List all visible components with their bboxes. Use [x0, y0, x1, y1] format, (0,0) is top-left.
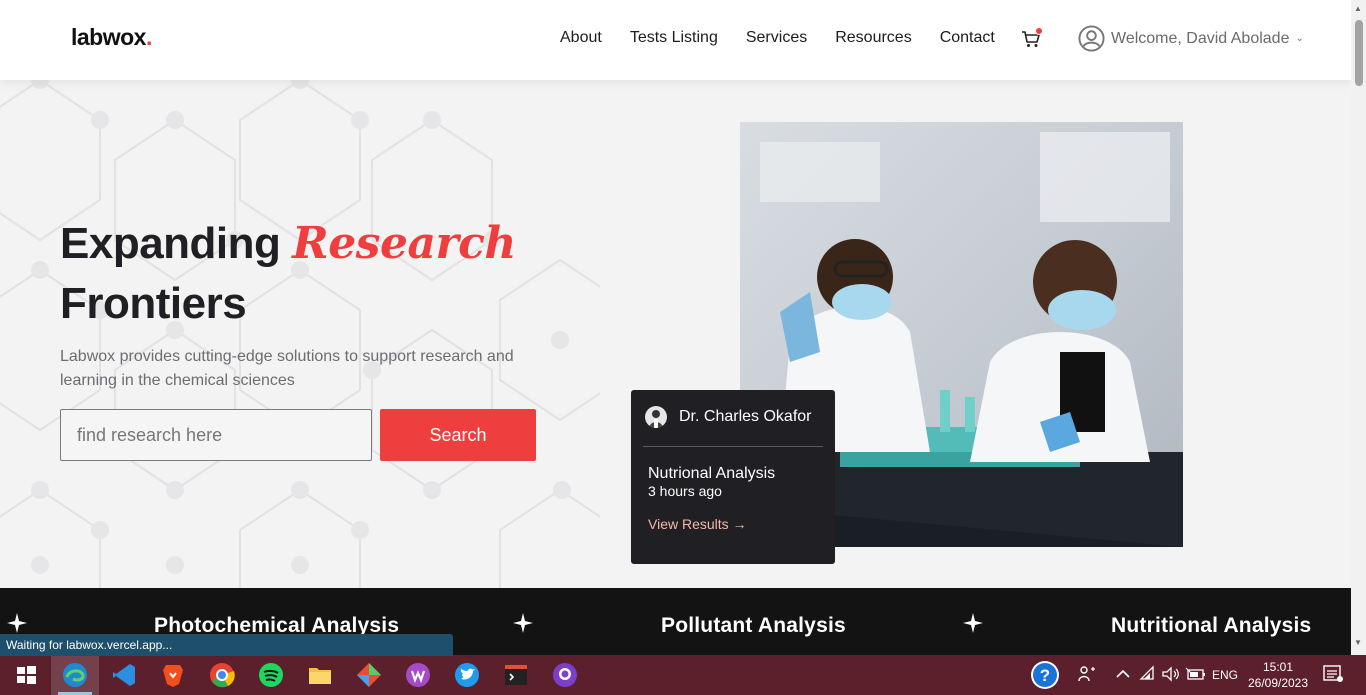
hero-heading-part2: Frontiers — [60, 279, 247, 328]
main-nav: About Tests Listing Services Resources C… — [560, 29, 1023, 47]
vscode-icon[interactable] — [110, 661, 138, 689]
battery-icon[interactable] — [1185, 666, 1207, 682]
nav-services[interactable]: Services — [746, 29, 807, 47]
page-scrollbar[interactable]: ▲ ▼ — [1351, 0, 1366, 655]
molecule-background — [0, 80, 600, 588]
marquee-item-nutritional: Nutritional Analysis — [1111, 614, 1312, 637]
doctor-name: Dr. Charles Okafor — [679, 408, 812, 425]
user-menu[interactable]: Welcome, David Abolade ⌄ — [1078, 25, 1304, 52]
windows-start-icon[interactable] — [12, 661, 40, 689]
cart-badge — [1035, 27, 1043, 35]
git-client-icon[interactable] — [355, 661, 383, 689]
site-header: labwox. About Tests Listing Services Res… — [0, 0, 1351, 80]
language-indicator[interactable]: ENG — [1212, 668, 1238, 695]
user-avatar-icon — [1078, 25, 1105, 52]
view-results-link[interactable]: View Results → — [648, 516, 747, 532]
edge-browser-icon[interactable] — [61, 661, 89, 689]
spotify-icon[interactable] — [257, 661, 285, 689]
logo-dot: . — [145, 24, 152, 50]
help-icon[interactable]: ? — [1029, 659, 1061, 691]
windows-taskbar: ? ENG 15:01 26/09/2023 — [0, 655, 1366, 695]
nav-contact[interactable]: Contact — [940, 29, 995, 47]
card-divider — [643, 446, 823, 447]
chrome-icon[interactable] — [208, 661, 236, 689]
welcome-text: Welcome, David Abolade — [1111, 29, 1290, 47]
wifi-icon[interactable] — [1139, 665, 1157, 683]
sparkle-icon — [513, 613, 533, 633]
research-search-input[interactable] — [60, 409, 372, 461]
search-button[interactable]: Search — [380, 409, 536, 461]
chevron-up-icon[interactable] — [1114, 665, 1132, 683]
brave-browser-icon[interactable] — [159, 661, 187, 689]
clock-date: 26/09/2023 — [1247, 676, 1309, 690]
logo-text: labwox — [71, 24, 146, 50]
taskbar-clock[interactable]: 15:01 26/09/2023 — [1246, 659, 1310, 691]
github-desktop-icon[interactable] — [551, 661, 579, 689]
svg-text:?: ? — [1040, 666, 1050, 685]
sparkle-icon — [963, 613, 983, 633]
sparkle-icon — [7, 613, 27, 633]
nav-tests-listing[interactable]: Tests Listing — [630, 29, 718, 47]
chevron-down-icon: ⌄ — [1295, 33, 1304, 44]
scroll-thumb[interactable] — [1355, 20, 1363, 86]
people-icon[interactable] — [1076, 663, 1098, 685]
file-explorer-icon[interactable] — [306, 661, 334, 689]
logo[interactable]: labwox. — [71, 24, 152, 51]
doctor-avatar — [645, 406, 667, 428]
doctor-row: Dr. Charles Okafor — [645, 406, 811, 428]
hero-heading: Expanding Research Frontiers — [60, 214, 516, 334]
hero-heading-part1: Expanding — [60, 219, 293, 268]
scroll-down-icon[interactable]: ▼ — [1354, 638, 1362, 647]
clock-time: 15:01 — [1262, 660, 1294, 674]
notifications-icon[interactable] — [1322, 663, 1344, 685]
analysis-title: Nutrional Analysis — [648, 465, 776, 482]
volume-icon[interactable] — [1161, 665, 1181, 683]
marquee-item-pollutant: Pollutant Analysis — [661, 614, 846, 637]
hero-description: Labwox provides cutting-edge solutions t… — [60, 348, 514, 389]
recent-result-card: Dr. Charles Okafor Nutrional Analysis 3 … — [631, 390, 835, 564]
wps-office-icon[interactable] — [404, 661, 432, 689]
hero-heading-accent: Research — [292, 218, 516, 269]
scroll-up-icon[interactable]: ▲ — [1354, 4, 1362, 13]
nav-resources[interactable]: Resources — [835, 29, 911, 47]
analysis-time: 3 hours ago — [648, 483, 722, 499]
nav-about[interactable]: About — [560, 29, 602, 47]
twitter-icon[interactable] — [453, 661, 481, 689]
browser-status-bar: Waiting for labwox.vercel.app... — [0, 634, 453, 656]
terminal-app-icon[interactable] — [502, 661, 530, 689]
